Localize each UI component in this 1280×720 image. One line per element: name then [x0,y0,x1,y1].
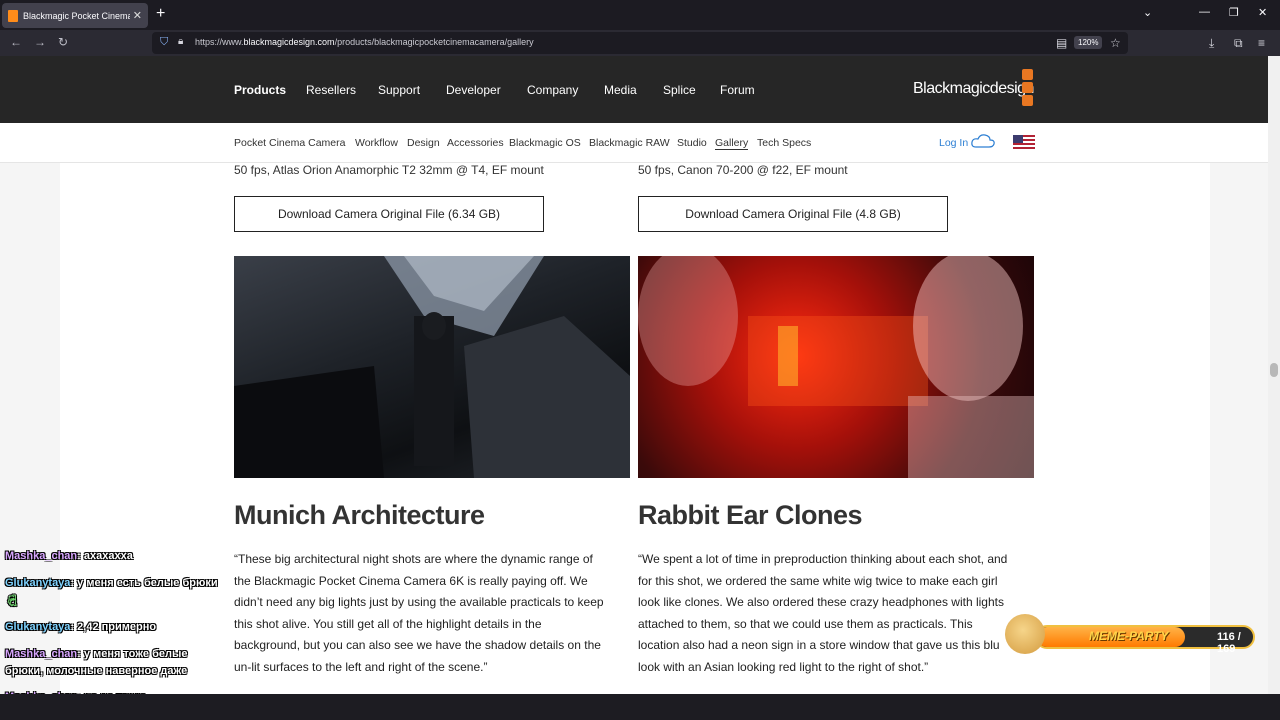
munich-architecture-photo[interactable] [234,256,630,478]
subnav-studio[interactable]: Studio [677,137,707,149]
us-flag-icon[interactable] [1013,135,1035,149]
extensions-icon[interactable]: ⧉ [1234,36,1243,51]
url-bar[interactable]: ⛉ 🔒︎ https://www.blackmagicdesign.com/pr… [152,32,1128,54]
back-icon[interactable]: ← [10,35,22,49]
shield-icon[interactable]: ⛉ [160,36,168,49]
subnav-tech-specs[interactable]: Tech Specs [757,137,811,149]
bookmark-star-icon[interactable]: ☆ [1110,36,1121,50]
menu-icon[interactable]: ≡ [1258,36,1265,50]
nav-support[interactable]: Support [378,83,420,97]
meme-party-widget: MEME-PARTY 116 / 169 [1005,614,1257,655]
rabbit-ear-clones-photo[interactable] [638,256,1034,478]
munich-architecture-title: Munich Architecture [234,500,485,530]
site-header: Products Resellers Support Developer Com… [0,56,1268,123]
cloud-icon[interactable] [970,133,996,149]
chat-message: Mashka_chan: ахахахха [5,550,133,562]
right-shot-specs: 50 fps, Canon 70-200 @ f22, EF mount [638,163,848,177]
reload-icon[interactable]: ↻ [58,35,68,49]
browser-toolbar: ← → ↻ ⛉ 🔒︎ https://www.blackmagicdesign.… [0,30,1280,56]
close-window-button[interactable]: ✕ [1258,6,1267,19]
nav-resellers[interactable]: Resellers [306,83,356,97]
left-shot-specs: 50 fps, Atlas Orion Anamorphic T2 32mm @… [234,163,544,177]
doge-icon [1005,614,1045,654]
list-tabs-icon[interactable]: ⌄ [1143,6,1152,19]
nav-forum[interactable]: Forum [720,83,755,97]
brand-logo-mark-icon [1022,69,1034,108]
url-text[interactable]: https://www.blackmagicdesign.com/product… [195,37,534,47]
tab-title: Blackmagic Pocket Cinema Cam [23,10,130,21]
subnav-accessories[interactable]: Accessories [447,137,504,149]
brand-logo[interactable]: Blackmagicdesign [913,80,1034,98]
tab-bar: Blackmagic Pocket Cinema Cam ✕ + ⌄ — ❐ ✕ [0,0,1280,30]
page-scrollbar[interactable] [1268,56,1280,694]
chat-message: Glukanytaya: 2,42 примерно [5,621,157,633]
meme-party-label: MEME-PARTY [1089,629,1169,643]
downloads-icon[interactable]: ⤓ [1209,36,1214,51]
subnav-blackmagic-raw[interactable]: Blackmagic RAW [589,137,670,149]
chat-message: Mashka_chan: у меня тоже белые [5,648,188,660]
forward-icon[interactable]: → [34,35,46,49]
rabbit-ear-clones-quote: “We spent a lot of time in preproduction… [638,552,1008,674]
download-left-button[interactable]: Download Camera Original File (6.34 GB) [234,196,544,232]
reader-view-icon[interactable]: ▤ [1056,36,1067,50]
stream-background-strip [0,694,1280,720]
chat-message-continuation: брюки, молочные наверное даже [5,665,188,677]
munich-architecture-quote: “These big architectural night shots are… [234,552,604,674]
subnav-pocket-cinema-camera[interactable]: Pocket Cinema Camera [234,137,345,149]
subnav-design[interactable]: Design [407,137,440,149]
browser-tab[interactable]: Blackmagic Pocket Cinema Cam ✕ [2,3,148,28]
restore-button[interactable]: ❐ [1229,6,1239,19]
nav-developer[interactable]: Developer [446,83,501,97]
nav-company[interactable]: Company [527,83,578,97]
nav-media[interactable]: Media [604,83,637,97]
dancing-emote-icon: 🕺︎ [5,595,19,607]
nav-products[interactable]: Products [234,83,286,97]
close-tab-icon[interactable]: ✕ [133,9,142,22]
subnav-gallery[interactable]: Gallery [715,137,749,150]
download-right-button[interactable]: Download Camera Original File (4.8 GB) [638,196,948,232]
nav-splice[interactable]: Splice [663,83,696,97]
login-link[interactable]: Log In [939,137,968,149]
blackmagic-favicon-icon [8,9,18,22]
new-tab-button[interactable]: + [156,6,165,22]
meme-party-count: 116 / 169 [1217,631,1241,655]
minimize-button[interactable]: — [1199,6,1210,18]
product-subnav: Pocket Cinema Camera Workflow Design Acc… [0,123,1268,163]
zoom-level[interactable]: 120% [1074,36,1103,49]
chat-message: Glukanytaya: у меня есть белые брюки [5,577,218,589]
stream-chat-overlay: Mashka_chan: ахахахха Glukanytaya: у мен… [0,528,230,720]
lock-icon[interactable]: 🔒︎ [178,36,183,47]
rabbit-ear-clones-title: Rabbit Ear Clones [638,500,863,530]
subnav-workflow[interactable]: Workflow [355,137,398,149]
meme-progress-bar: MEME-PARTY 116 / 169 [1035,625,1255,655]
subnav-blackmagic-os[interactable]: Blackmagic OS [509,137,581,149]
scroll-thumb[interactable] [1270,363,1278,377]
